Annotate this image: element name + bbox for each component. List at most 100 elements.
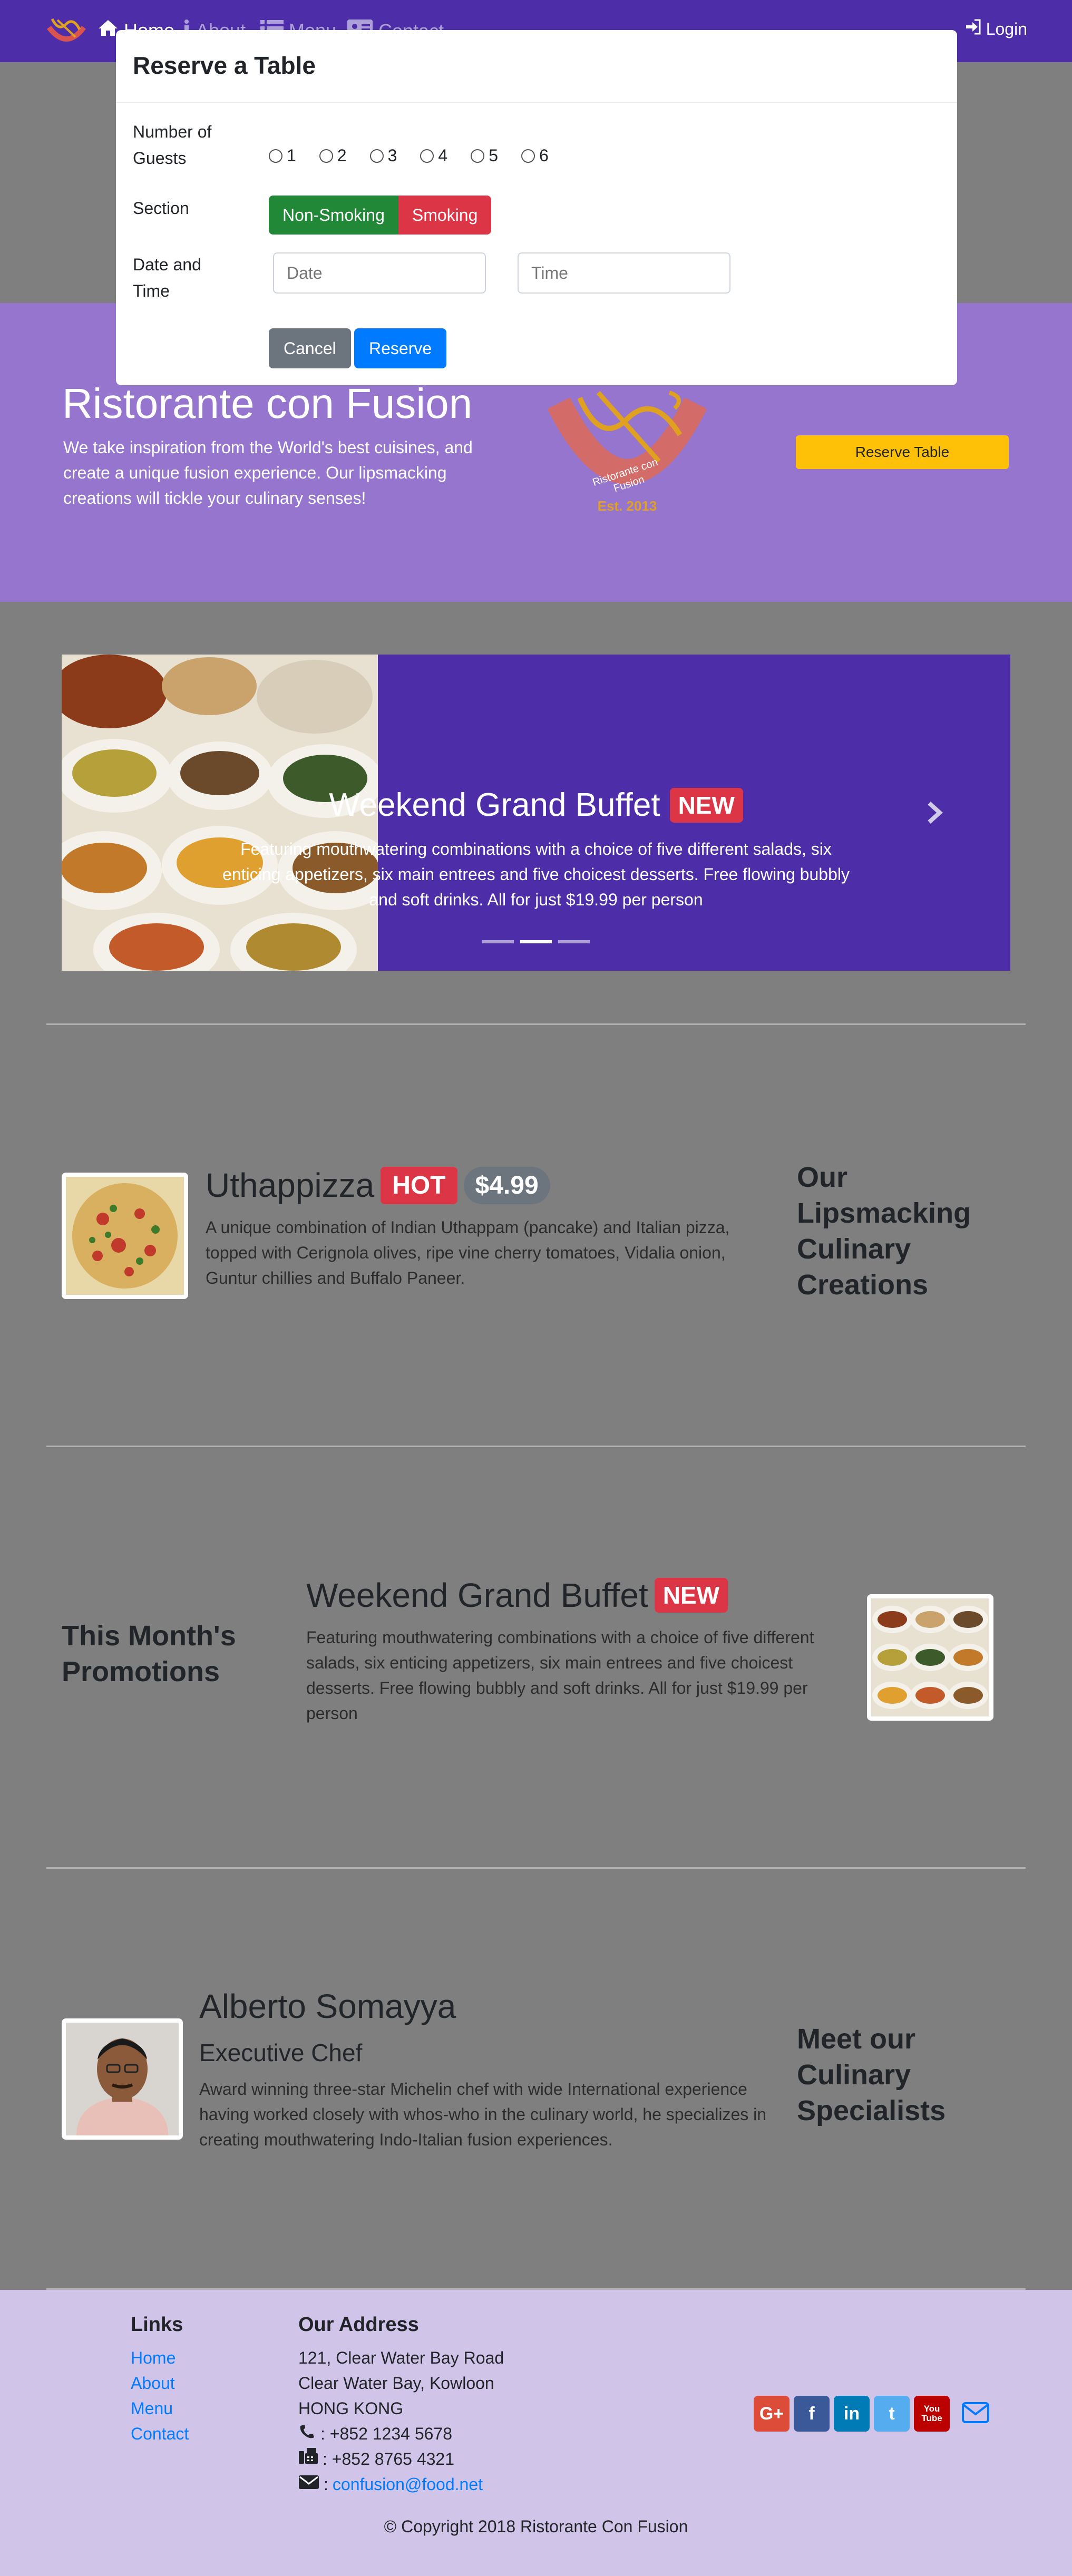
- section-divider: [46, 1446, 1026, 1447]
- section-divider: [46, 1867, 1026, 1869]
- guest-option-3[interactable]: 3: [369, 146, 397, 165]
- google-plus-icon[interactable]: G+: [754, 2396, 790, 2432]
- carousel-indicator[interactable]: [482, 940, 514, 943]
- leader-name: Alberto Somayya: [199, 1987, 456, 2025]
- youtube-icon[interactable]: You Tube: [914, 2396, 950, 2432]
- promotion-image: [867, 1594, 993, 1721]
- leader-side-heading: Meet our Culinary Specialists: [797, 2023, 946, 2126]
- guest-option-4[interactable]: 4: [420, 146, 447, 165]
- radio-button[interactable]: [471, 149, 485, 163]
- promotion-side-heading: This Month's Promotions: [62, 1620, 236, 1687]
- guests-radio-group: 1 2 3 4 5 6: [269, 146, 549, 165]
- fax-icon: [298, 2446, 318, 2472]
- envelope-icon: [298, 2472, 319, 2497]
- guests-label: Number of Guests: [133, 122, 212, 168]
- promotion-description: Featuring mouthwatering combinations wit…: [306, 1628, 814, 1723]
- guest-option-label: 1: [287, 146, 296, 165]
- phone-number: : +852 1234 5678: [320, 2424, 453, 2443]
- carousel-next-control[interactable]: [926, 797, 944, 831]
- linkedin-icon[interactable]: in: [834, 2396, 870, 2432]
- date-input[interactable]: [273, 252, 486, 294]
- restaurant-logo: Ristorante con Fusion Est. 2013: [547, 387, 707, 519]
- promotion-title: Weekend Grand Buffet NEW: [306, 1576, 728, 1615]
- reserve-table-modal: Reserve a Table Number of Guests 1 2 3 4…: [116, 30, 957, 385]
- guest-option-2[interactable]: 2: [319, 146, 347, 165]
- footer-link-menu[interactable]: Menu: [131, 2396, 189, 2421]
- datetime-label: Date and Time: [133, 255, 201, 300]
- phone-line: : +852 1234 5678: [298, 2421, 504, 2446]
- phone-icon: [298, 2421, 316, 2446]
- home-icon: [98, 19, 119, 42]
- address-line-2: Clear Water Bay, Kowloon: [298, 2374, 494, 2393]
- footer-links: Home About Menu Contact: [131, 2345, 189, 2446]
- non-smoking-button[interactable]: Non-Smoking: [269, 196, 398, 235]
- dish-title-text: Uthappizza: [206, 1166, 375, 1204]
- time-input[interactable]: [518, 252, 730, 294]
- guest-option-label: 5: [489, 146, 498, 165]
- guest-option-label: 4: [438, 146, 448, 165]
- leader-description: Award winning three-star Michelin chef w…: [199, 2080, 767, 2149]
- modal-title: Reserve a Table: [133, 52, 316, 79]
- leader-designation: Executive Chef: [199, 2039, 363, 2066]
- carousel-title-text: Weekend Grand Buffet: [329, 787, 660, 823]
- footer-link-home[interactable]: Home: [131, 2345, 189, 2370]
- price-badge: $4.99: [463, 1166, 550, 1204]
- radio-button[interactable]: [521, 149, 535, 163]
- radio-button[interactable]: [369, 149, 384, 163]
- reserve-button[interactable]: Reserve: [354, 328, 447, 368]
- address-line-1: 121, Clear Water Bay Road: [298, 2348, 504, 2367]
- new-badge: NEW: [654, 1578, 728, 1613]
- reserve-table-button[interactable]: Reserve Table: [796, 435, 1009, 469]
- section-label: Section: [133, 199, 189, 218]
- radio-button[interactable]: [420, 149, 434, 163]
- carousel-caption: Weekend Grand Buffet NEW Featuring mouth…: [62, 786, 1010, 912]
- radio-button[interactable]: [269, 149, 282, 163]
- modal-header: Reserve a Table: [116, 30, 957, 103]
- radio-button[interactable]: [319, 149, 333, 163]
- cancel-button[interactable]: Cancel: [269, 328, 351, 368]
- footer-address-heading: Our Address: [298, 2314, 419, 2336]
- dish-description: A unique combination of Indian Uthappam …: [206, 1218, 730, 1287]
- guest-option-label: 3: [387, 146, 397, 165]
- guest-option-6[interactable]: 6: [521, 146, 549, 165]
- section-toggle: Non-Smoking Smoking: [269, 196, 492, 235]
- sign-in-icon: [965, 19, 981, 39]
- alberto-photo: [62, 2018, 183, 2140]
- carousel-indicator-active[interactable]: [520, 940, 552, 943]
- email-line: : confusion@food.net: [298, 2472, 504, 2497]
- guest-option-5[interactable]: 5: [471, 146, 498, 165]
- uthappizza-image: [62, 1173, 188, 1299]
- jumbotron-text: We take inspiration from the World's bes…: [63, 438, 473, 508]
- dish-side-heading: Our Lipsmacking Culinary Creations: [797, 1162, 971, 1301]
- address-line-3: HONG KONG: [298, 2399, 404, 2418]
- carousel: Weekend Grand Buffet NEW Featuring mouth…: [62, 655, 1010, 971]
- brand-logo[interactable]: [45, 14, 88, 47]
- carousel-indicator[interactable]: [558, 940, 590, 943]
- smoking-button[interactable]: Smoking: [398, 196, 492, 235]
- logo-est: Est. 2013: [597, 498, 657, 514]
- carousel-title: Weekend Grand Buffet NEW: [329, 786, 743, 824]
- fax-number: : +852 8765 4321: [323, 2450, 455, 2468]
- email-link[interactable]: confusion@food.net: [333, 2472, 483, 2497]
- dish-title: Uthappizza HOT $4.99: [206, 1166, 550, 1205]
- social-links: G+ f in t You Tube: [754, 2396, 990, 2432]
- email-prefix: :: [324, 2475, 328, 2494]
- login-label: Login: [986, 19, 1027, 38]
- footer-link-contact[interactable]: Contact: [131, 2421, 189, 2446]
- new-badge: NEW: [669, 787, 743, 823]
- guest-option-label: 2: [337, 146, 347, 165]
- footer-links-heading: Links: [131, 2314, 183, 2336]
- carousel-text: Featuring mouthwatering combinations wit…: [222, 840, 850, 909]
- fax-line: : +852 8765 4321: [298, 2446, 504, 2472]
- guest-option-label: 6: [539, 146, 549, 165]
- twitter-icon[interactable]: t: [874, 2396, 910, 2432]
- login-link[interactable]: Login: [965, 19, 1027, 39]
- footer-link-about[interactable]: About: [131, 2370, 189, 2396]
- jumbotron-title: Ristorante con Fusion: [62, 380, 473, 427]
- promotion-title-text: Weekend Grand Buffet: [306, 1576, 648, 1614]
- facebook-icon[interactable]: f: [794, 2396, 830, 2432]
- mail-icon[interactable]: [961, 2402, 990, 2426]
- guest-option-1[interactable]: 1: [269, 146, 296, 165]
- copyright: © Copyright 2018 Ristorante Con Fusion: [384, 2517, 688, 2536]
- hot-badge: HOT: [381, 1166, 457, 1204]
